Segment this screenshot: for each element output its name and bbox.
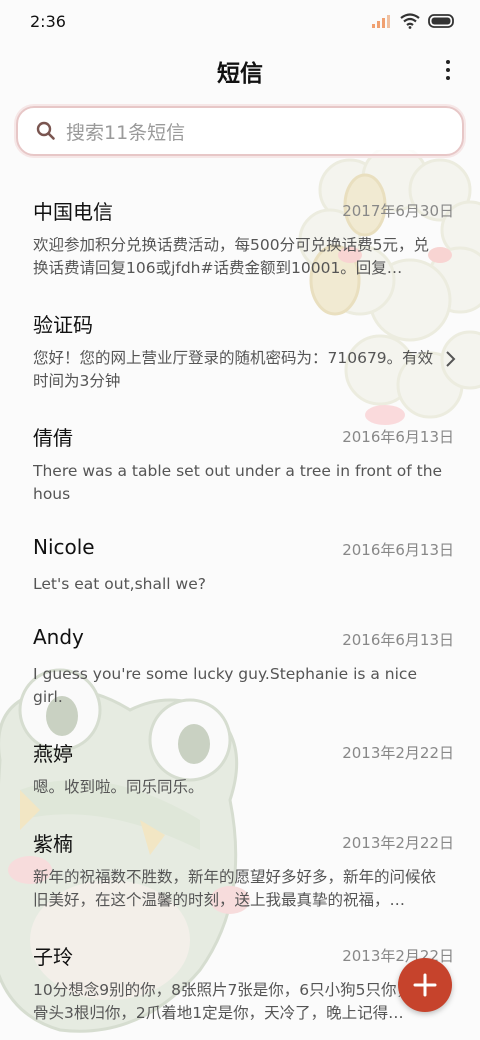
- search-placeholder: 搜索11条短信: [66, 121, 186, 144]
- battery-icon: [428, 14, 454, 28]
- contact-name: 燕婷: [33, 742, 73, 766]
- status-time: 2:36: [30, 11, 66, 31]
- contact-name: 子玲: [33, 945, 73, 969]
- message-preview: Let's eat out,shall we?: [33, 575, 206, 593]
- app-header: 短信: [0, 42, 480, 100]
- message-item[interactable]: 紫楠 2013年2月22日 新年的祝福数不胜数，新年的愿望好多好多，新年的问候依…: [0, 828, 480, 918]
- message-item[interactable]: 倩倩 2016年6月13日 There was a table set out …: [0, 422, 480, 512]
- more-vertical-icon: [446, 60, 450, 64]
- message-date: 2017年6月30日: [342, 202, 454, 220]
- status-bar: 2:36: [0, 0, 480, 42]
- search-input[interactable]: 搜索11条短信: [16, 106, 464, 156]
- message-preview: 嗯。收到啦。同乐同乐。: [33, 778, 204, 796]
- message-preview: 10分想念9别的你，8张照片7张是你，6只小狗5只你，4根骨头3根归你，2爪着地…: [33, 981, 438, 1022]
- contact-name: Andy: [33, 625, 84, 649]
- message-preview: There was a table set out under a tree i…: [33, 462, 443, 503]
- contact-name: Nicole: [33, 535, 95, 559]
- plus-icon: [413, 973, 437, 997]
- message-item[interactable]: 燕婷 2013年2月22日 嗯。收到啦。同乐同乐。: [0, 738, 480, 808]
- contact-name: 中国电信: [33, 200, 113, 224]
- page-title: 短信: [217, 61, 263, 87]
- message-item[interactable]: Nicole 2016年6月13日 Let's eat out,shall we…: [0, 535, 480, 605]
- message-preview: 您好！您的网上营业厅登录的随机密码为：710679。有效时间为3分钟: [33, 349, 434, 390]
- message-date: 2016年6月13日: [342, 541, 454, 559]
- new-message-button[interactable]: [398, 958, 452, 1012]
- wifi-icon: [400, 13, 420, 29]
- chevron-right-icon: [446, 351, 456, 367]
- message-preview: 新年的祝福数不胜数，新年的愿望好多好多，新年的问候依旧美好，在这个温馨的时刻，送…: [33, 868, 437, 909]
- message-item[interactable]: 中国电信 2017年6月30日 欢迎参加积分兑换话费活动，每500分可兑换话费5…: [0, 196, 480, 286]
- signal-icon: [372, 15, 390, 28]
- message-preview: I guess you're some lucky guy.Stephanie …: [33, 665, 417, 706]
- contact-name: 倩倩: [33, 426, 73, 450]
- message-date: 2016年6月13日: [342, 631, 454, 649]
- contact-name: 验证码: [33, 313, 93, 337]
- contact-name: 紫楠: [33, 832, 73, 856]
- message-date: 2016年6月13日: [342, 428, 454, 446]
- message-preview: 欢迎参加积分兑换话费活动，每500分可兑换话费5元，兑换话费请回复106或jfd…: [33, 236, 429, 277]
- search-icon: [36, 121, 55, 140]
- more-options-button[interactable]: [438, 56, 458, 84]
- message-item[interactable]: Andy 2016年6月13日 I guess you're some luck…: [0, 625, 480, 715]
- status-icons: [372, 13, 456, 29]
- message-item[interactable]: 验证码 您好！您的网上营业厅登录的随机密码为：710679。有效时间为3分钟: [0, 309, 480, 399]
- message-date: 2013年2月22日: [342, 834, 454, 852]
- message-date: 2013年2月22日: [342, 744, 454, 762]
